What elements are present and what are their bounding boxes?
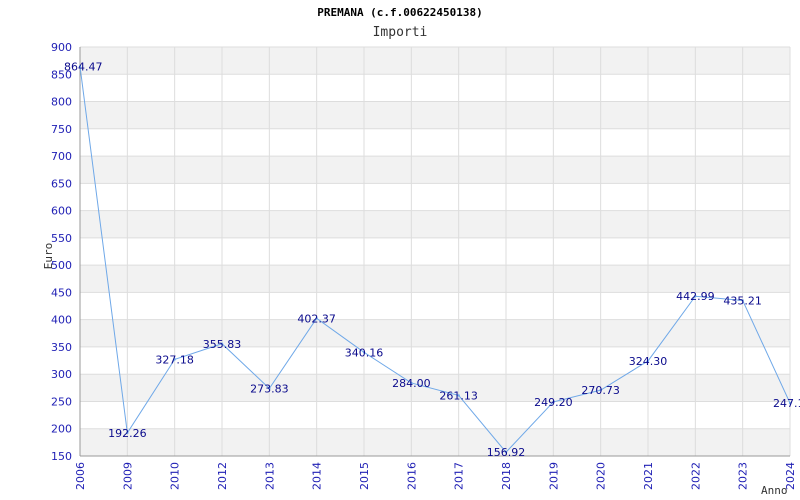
data-label: 864.47	[64, 60, 103, 73]
grid-band	[80, 47, 790, 75]
x-axis-title: Anno	[761, 484, 788, 497]
y-tick-label: 450	[51, 286, 72, 299]
x-tick-label: 2022	[689, 462, 702, 490]
x-tick-label: 2006	[74, 462, 87, 490]
data-label: 192.26	[108, 427, 147, 440]
data-label: 402.37	[297, 312, 336, 325]
grid-band	[80, 428, 790, 456]
data-label: 156.92	[487, 446, 526, 459]
y-tick-label: 200	[51, 423, 72, 436]
y-tick-label: 150	[51, 450, 72, 463]
grid-band	[80, 374, 790, 402]
x-tick-label: 2021	[642, 462, 655, 490]
x-tick-label: 2015	[358, 462, 371, 490]
x-tick-label: 2009	[121, 462, 134, 490]
data-label: 355.83	[203, 338, 242, 351]
data-label: 442.99	[676, 290, 715, 303]
data-label: 273.83	[250, 382, 289, 395]
y-tick-label: 650	[51, 177, 72, 190]
y-tick-label: 900	[51, 41, 72, 54]
data-label: 340.16	[345, 346, 384, 359]
data-label: 435.21	[723, 294, 762, 307]
data-label: 324.30	[629, 355, 668, 368]
x-tick-label: 2012	[216, 462, 229, 490]
y-tick-label: 600	[51, 205, 72, 218]
grid-band	[80, 319, 790, 347]
y-tick-label: 750	[51, 123, 72, 136]
y-tick-label: 400	[51, 314, 72, 327]
data-label: 261.13	[439, 389, 478, 402]
x-tick-label: 2013	[263, 462, 276, 490]
grid-band	[80, 265, 790, 293]
y-tick-label: 350	[51, 341, 72, 354]
data-label: 284.00	[392, 377, 431, 390]
data-label: 247.1	[773, 397, 800, 410]
grid-band	[80, 101, 790, 129]
line-chart: 1502002503003504004505005506006507007508…	[42, 41, 800, 497]
chart-frame: PREMANA (c.f.00622450138) Importi 150 200…	[0, 0, 800, 500]
y-axis-title: Euro	[42, 243, 55, 270]
y-tick-label: 800	[51, 96, 72, 109]
grid-band	[80, 210, 790, 238]
y-tick-label: 700	[51, 150, 72, 163]
grid-band	[80, 156, 790, 184]
x-tick-label: 2018	[500, 462, 513, 490]
y-tick-label: 250	[51, 395, 72, 408]
x-tick-label: 2014	[311, 462, 324, 490]
y-tick-label: 300	[51, 368, 72, 381]
data-label: 249.20	[534, 396, 573, 409]
x-tick-label: 2020	[595, 462, 608, 490]
x-tick-label: 2019	[547, 462, 560, 490]
x-tick-label: 2010	[169, 462, 182, 490]
x-tick-label: 2016	[405, 462, 418, 490]
x-tick-label: 2017	[453, 462, 466, 490]
x-tick-label: 2023	[737, 462, 750, 490]
data-label: 270.73	[581, 384, 620, 397]
data-label: 327.18	[155, 353, 194, 366]
